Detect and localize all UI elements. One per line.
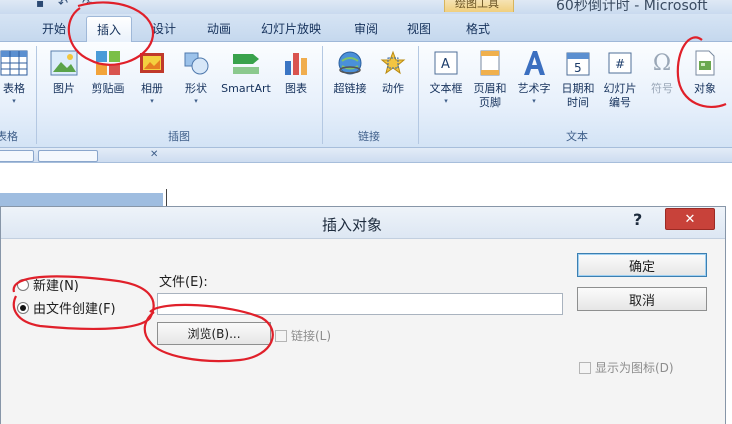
tab-insert[interactable]: 插入 xyxy=(86,16,133,43)
insert-object-dialog: 插入对象 ? ✕ 新建(N) 由文件创建(F) 文件(E): 浏览(B)... … xyxy=(0,206,726,424)
tab-slideshow[interactable]: 幻灯片放映 xyxy=(261,20,321,37)
wordart-icon xyxy=(519,48,549,78)
smartart-icon xyxy=(231,48,261,78)
context-tab-drawing-tools: 绘图工具 xyxy=(444,0,514,12)
cancel-button[interactable]: 取消 xyxy=(577,287,707,311)
link-checkbox[interactable]: 链接(L) xyxy=(275,327,331,344)
photo-album-icon xyxy=(137,48,167,78)
checkbox-icon xyxy=(275,329,287,342)
tab-animations[interactable]: 动画 xyxy=(207,20,231,37)
crop-gap xyxy=(0,163,732,209)
photo-album-button[interactable]: 相册 ▾ xyxy=(134,48,170,122)
quick-access-toolbar: ▪ ↶ ↷ xyxy=(30,0,120,12)
help-button[interactable]: ? xyxy=(633,210,642,229)
save-icon[interactable]: ▪ xyxy=(36,0,44,10)
textbox-button[interactable]: A 文本框 ▾ xyxy=(424,48,468,122)
svg-text:#: # xyxy=(615,57,625,71)
create-new-option[interactable]: 新建(N) xyxy=(17,275,79,294)
tab-format[interactable]: 格式 xyxy=(466,20,490,37)
textbox-icon: A xyxy=(431,48,461,78)
radio-icon xyxy=(17,278,29,291)
screenshot-root: ▪ ↶ ↷ 绘图工具 60秒倒计时 - Microsoft 开始 插入 设计 动… xyxy=(0,0,732,424)
display-as-icon-checkbox[interactable]: 显示为图标(D) xyxy=(579,359,674,376)
date-time-icon: 5 xyxy=(563,48,593,78)
group-label-illustrations: 插图 xyxy=(168,130,190,143)
symbol-button[interactable]: Ω 符号 xyxy=(644,48,680,122)
wordart-button[interactable]: 艺术字 ▾ xyxy=(512,48,556,122)
close-pane-icon[interactable]: ✕ xyxy=(150,149,158,160)
window-title: 60秒倒计时 - Microsoft xyxy=(556,0,708,14)
group-label-text: 文本 xyxy=(566,130,588,143)
picture-button[interactable]: 图片 xyxy=(44,48,84,122)
file-label: 文件(E): xyxy=(159,275,208,290)
ribbon-tab-row: 开始 插入 设计 动画 幻灯片放映 审阅 视图 格式 xyxy=(0,14,732,43)
ribbon: ▪ ↶ ↷ 绘图工具 60秒倒计时 - Microsoft 开始 插入 设计 动… xyxy=(0,0,732,163)
group-divider xyxy=(322,46,323,144)
outline-tab[interactable] xyxy=(0,150,34,162)
slide-number-button[interactable]: # 幻灯片 编号 xyxy=(600,48,640,122)
chart-icon xyxy=(281,48,311,78)
date-time-button[interactable]: 5 日期和 时间 xyxy=(558,48,598,122)
tab-home[interactable]: 开始 xyxy=(42,20,66,37)
hyperlink-icon xyxy=(335,48,365,78)
table-icon xyxy=(0,48,29,78)
browse-button[interactable]: 浏览(B)... xyxy=(157,322,271,345)
undo-icon[interactable]: ↶ xyxy=(58,0,68,10)
file-path-field[interactable] xyxy=(157,293,563,315)
group-divider xyxy=(418,46,419,144)
shapes-button[interactable]: 形状 ▾ xyxy=(176,48,216,122)
tab-design[interactable]: 设计 xyxy=(152,20,176,37)
slides-tab[interactable] xyxy=(38,150,98,162)
group-label-tables: 表格 xyxy=(0,130,18,143)
dialog-body: 新建(N) 由文件创建(F) 文件(E): 浏览(B)... 链接(L) 确定 … xyxy=(1,239,725,424)
checkbox-icon xyxy=(579,361,591,374)
create-from-file-option[interactable]: 由文件创建(F) xyxy=(17,298,116,317)
title-bar: ▪ ↶ ↷ 绘图工具 60秒倒计时 - Microsoft xyxy=(0,0,732,14)
object-icon xyxy=(690,48,720,78)
header-footer-button[interactable]: 页眉和 页脚 xyxy=(470,48,510,122)
background-pane xyxy=(0,193,163,207)
dialog-title: 插入对象 xyxy=(322,216,383,234)
svg-text:5: 5 xyxy=(574,61,582,75)
close-icon: ✕ xyxy=(684,211,696,227)
smartart-button[interactable]: SmartArt xyxy=(218,48,274,122)
table-button[interactable]: 表格 ▾ xyxy=(0,48,34,122)
clipart-button[interactable]: 剪贴画 xyxy=(86,48,130,122)
dialog-title-bar: 插入对象 ? ✕ xyxy=(1,207,725,239)
header-footer-icon xyxy=(475,48,505,78)
ok-button[interactable]: 确定 xyxy=(577,253,707,277)
close-button[interactable]: ✕ xyxy=(665,208,715,230)
tab-review[interactable]: 审阅 xyxy=(354,20,378,37)
object-button[interactable]: 对象 xyxy=(684,48,726,122)
group-label-links: 链接 xyxy=(358,130,380,143)
svg-text:A: A xyxy=(441,57,450,72)
action-button[interactable]: 动作 xyxy=(375,48,411,122)
action-icon xyxy=(378,48,408,78)
group-divider xyxy=(36,46,37,144)
radio-selected-icon xyxy=(17,301,29,314)
redo-icon[interactable]: ↷ xyxy=(82,0,92,10)
symbol-icon: Ω xyxy=(652,50,672,76)
hyperlink-button[interactable]: 超链接 xyxy=(328,48,372,122)
clipart-icon xyxy=(93,48,123,78)
tab-view[interactable]: 视图 xyxy=(407,20,431,37)
chart-button[interactable]: 图表 xyxy=(278,48,314,122)
slide-number-icon: # xyxy=(605,48,635,78)
picture-icon xyxy=(49,48,79,78)
shapes-icon xyxy=(181,48,211,78)
slide-tabs-strip: ✕ xyxy=(0,148,732,163)
